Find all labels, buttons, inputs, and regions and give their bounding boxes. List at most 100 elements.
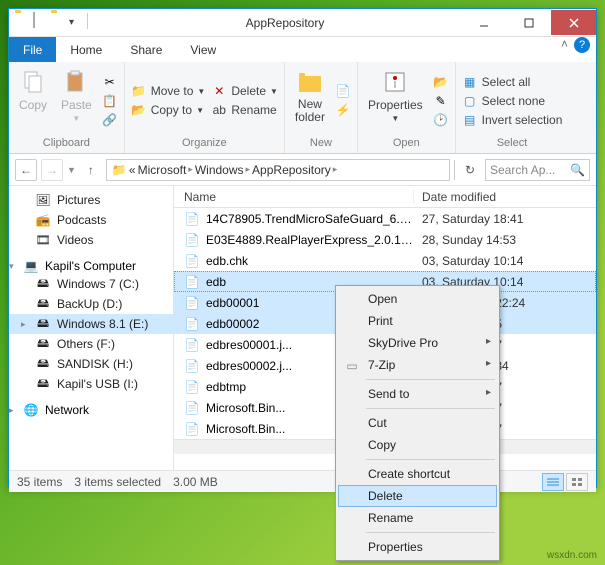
column-headers: Name Date modified (174, 186, 596, 208)
copy-path-icon[interactable]: 📋 (102, 93, 118, 109)
nav-usb[interactable]: 🖴Kapil's USB (I:) (9, 374, 173, 394)
cm-open[interactable]: Open (338, 288, 497, 310)
cm-delete[interactable]: Delete (338, 485, 497, 507)
newitem-icon[interactable]: 📄 (335, 83, 351, 99)
cm-shortcut[interactable]: Create shortcut (338, 463, 497, 485)
history-icon[interactable]: 🕑 (433, 112, 449, 128)
details-view-button[interactable] (542, 473, 564, 491)
search-input[interactable]: Search Ap... 🔍 (485, 159, 590, 181)
chevron-down-icon[interactable]: ▼ (67, 165, 76, 175)
nav-network[interactable]: ▸🌐Network (9, 402, 173, 418)
cm-print[interactable]: Print (338, 310, 497, 332)
cm-cut[interactable]: Cut (338, 412, 497, 434)
moveto-button[interactable]: 📁Move to▼ (131, 83, 206, 99)
nav-win7[interactable]: 🖴Windows 7 (C:) (9, 274, 173, 294)
cm-properties[interactable]: Properties (338, 536, 497, 558)
watermark: wsxdn.com (547, 550, 597, 561)
tiles-view-button[interactable] (566, 473, 588, 491)
edit-icon[interactable]: ✎ (433, 93, 449, 109)
drive-icon: 🖴 (35, 316, 51, 332)
file-row[interactable]: 📄E03E4889.RealPlayerExpress_2.0.1.4_neut… (174, 229, 596, 250)
chevron-down-icon: ▼ (197, 87, 205, 96)
expand-icon[interactable]: ▾ (9, 261, 14, 272)
organize-group: 📁Move to▼ 📂Copy to▼ ✕Delete▼ abRename Or… (125, 62, 285, 153)
selectnone-icon: ▢ (462, 93, 478, 109)
bc-apprepository[interactable]: AppRepository (252, 163, 331, 177)
copyto-icon: 📂 (131, 102, 147, 118)
nav-podcasts[interactable]: 📻Podcasts (9, 210, 173, 230)
copyto-button[interactable]: 📂Copy to▼ (131, 102, 206, 118)
refresh-button[interactable]: ↻ (459, 163, 481, 177)
item-count: 35 items (17, 475, 62, 489)
easyaccess-icon[interactable]: ⚡ (335, 102, 351, 118)
maximize-button[interactable] (506, 10, 551, 35)
cm-rename[interactable]: Rename (338, 507, 497, 529)
file-icon[interactable] (33, 13, 49, 29)
pictures-icon: 🖼 (35, 192, 51, 208)
file-row[interactable]: 📄edb.chk03, Saturday 10:14 (174, 250, 596, 271)
chevron-up-icon[interactable]: ˄ (561, 37, 568, 62)
cm-copy[interactable]: Copy (338, 434, 497, 456)
navigation-pane[interactable]: 🖼Pictures 📻Podcasts 🎞Videos ▾💻Kapil's Co… (9, 186, 174, 470)
nav-backup[interactable]: 🖴BackUp (D:) (9, 294, 173, 314)
close-button[interactable] (551, 10, 596, 35)
chevron-down-icon[interactable]: ▾ (69, 17, 85, 33)
nav-sandisk[interactable]: 🖴SANDISK (H:) (9, 354, 173, 374)
delete-label: Delete (231, 84, 266, 98)
help-icon[interactable]: ? (574, 37, 590, 53)
cm-7zip[interactable]: ▭7-Zip (338, 354, 497, 376)
bc-microsoft[interactable]: Microsoft (138, 163, 187, 177)
up-button[interactable]: ↑ (80, 159, 102, 181)
nav-win81[interactable]: ▸🖴Windows 8.1 (E:) (9, 314, 173, 334)
cm-sendto[interactable]: Send to (338, 383, 497, 405)
newfolder-label: New folder (295, 98, 325, 124)
clipboard-group: Copy Paste ▼ ✂ 📋 🔗 Clipboard (9, 62, 125, 153)
minimize-button[interactable] (461, 10, 506, 35)
nav-videos[interactable]: 🎞Videos (9, 230, 173, 250)
home-tab[interactable]: Home (56, 37, 116, 62)
copy-button[interactable]: Copy (15, 66, 51, 135)
nav-computer[interactable]: ▾💻Kapil's Computer (9, 258, 173, 274)
breadcrumb[interactable]: 📁 « Microsoft▸ Windows▸ AppRepository▸ (106, 159, 450, 181)
delete-button[interactable]: ✕Delete▼ (211, 83, 278, 99)
col-name-header[interactable]: Name (174, 190, 414, 204)
bc-ellipsis[interactable]: « (129, 163, 136, 177)
selectall-button[interactable]: ▦Select all (462, 74, 563, 90)
file-name: edbres00001.j... (206, 338, 292, 352)
expand-icon[interactable]: ▸ (9, 405, 14, 416)
file-icon: 📄 (184, 379, 200, 395)
paste-button[interactable]: Paste ▼ (57, 66, 96, 135)
content-area: 🖼Pictures 📻Podcasts 🎞Videos ▾💻Kapil's Co… (9, 186, 596, 470)
file-icon: 📄 (184, 316, 200, 332)
selectnone-button[interactable]: ▢Select none (462, 93, 563, 109)
file-menu[interactable]: File (9, 37, 56, 62)
open-label: Open (364, 135, 449, 149)
col-date-header[interactable]: Date modified (414, 190, 596, 204)
open-icon[interactable]: 📂 (433, 74, 449, 90)
file-row[interactable]: 📄14C78905.TrendMicroSafeGuard_6.0.0.21..… (174, 208, 596, 229)
bc-windows[interactable]: Windows (195, 163, 244, 177)
navigation-bar: ← → ▼ ↑ 📁 « Microsoft▸ Windows▸ AppRepos… (9, 154, 596, 186)
cm-skydrive[interactable]: SkyDrive Pro (338, 332, 497, 354)
forward-button[interactable]: → (41, 159, 63, 181)
cut-icon[interactable]: ✂ (102, 74, 118, 90)
share-tab[interactable]: Share (116, 37, 176, 62)
expand-icon[interactable]: ▸ (21, 319, 26, 330)
chevron-down-icon: ▼ (391, 114, 399, 123)
moveto-icon: 📁 (131, 83, 147, 99)
invertselection-button[interactable]: ▤Invert selection (462, 112, 563, 128)
folder-icon[interactable] (51, 13, 67, 29)
rename-button[interactable]: abRename (211, 102, 278, 118)
file-icon: 📄 (184, 211, 200, 227)
newfolder-button[interactable]: New folder (291, 66, 329, 135)
file-icon: 📄 (184, 295, 200, 311)
view-tab[interactable]: View (176, 37, 230, 62)
properties-button[interactable]: Properties ▼ (364, 66, 427, 135)
nav-pictures[interactable]: 🖼Pictures (9, 190, 173, 210)
paste-shortcut-icon[interactable]: 🔗 (102, 112, 118, 128)
back-button[interactable]: ← (15, 159, 37, 181)
file-name: Microsoft.Bin... (206, 422, 285, 436)
file-icon: 📄 (184, 400, 200, 416)
nav-others[interactable]: 🖴Others (F:) (9, 334, 173, 354)
file-icon: 📄 (184, 421, 200, 437)
